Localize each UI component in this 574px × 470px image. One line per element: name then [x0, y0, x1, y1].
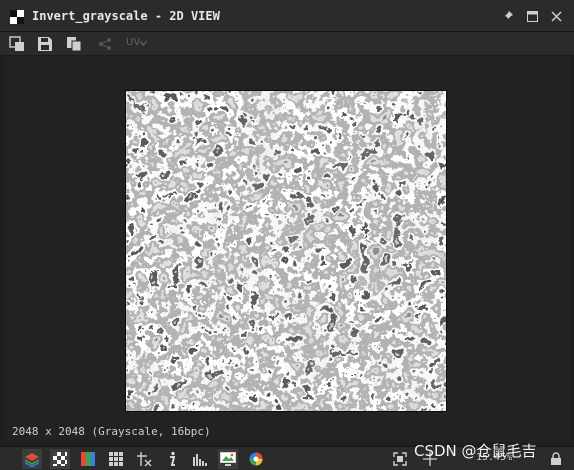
color-gradient-icon[interactable]	[78, 449, 98, 469]
copy-icon[interactable]	[64, 34, 84, 54]
chevron-down-icon[interactable]	[140, 41, 147, 46]
fit-view-icon[interactable]	[390, 449, 410, 469]
pin-icon[interactable]	[500, 8, 516, 24]
checker-icon[interactable]	[50, 449, 70, 469]
window-title: Invert_grayscale - 2D VIEW	[32, 9, 220, 23]
export-view-icon[interactable]	[7, 34, 27, 54]
histogram-icon[interactable]	[190, 449, 210, 469]
maximize-icon[interactable]	[524, 8, 540, 24]
share-icon[interactable]	[95, 34, 115, 54]
info-icon[interactable]	[162, 449, 182, 469]
uv-dropdown[interactable]: UV	[126, 37, 140, 48]
grid-icon[interactable]	[106, 449, 126, 469]
grayscale-texture-image	[126, 91, 446, 411]
color-wheel-icon[interactable]	[246, 449, 266, 469]
title-bar: Invert_grayscale - 2D VIEW	[0, 0, 574, 32]
image-info: 2048 x 2048 (Grayscale, 16bpc)	[12, 425, 211, 438]
image-viewport[interactable]	[4, 57, 570, 442]
close-icon[interactable]	[548, 8, 564, 24]
layers-icon[interactable]	[22, 449, 42, 469]
toolbar: UV	[0, 32, 574, 56]
watermark-text: CSDN @仓鼠毛吉	[414, 442, 537, 460]
save-icon[interactable]	[35, 34, 55, 54]
display-icon[interactable]	[218, 449, 238, 469]
texture-preview[interactable]	[125, 90, 447, 412]
tile-icon[interactable]	[134, 449, 154, 469]
lock-icon[interactable]	[546, 449, 566, 469]
view-2d-icon	[10, 10, 24, 24]
